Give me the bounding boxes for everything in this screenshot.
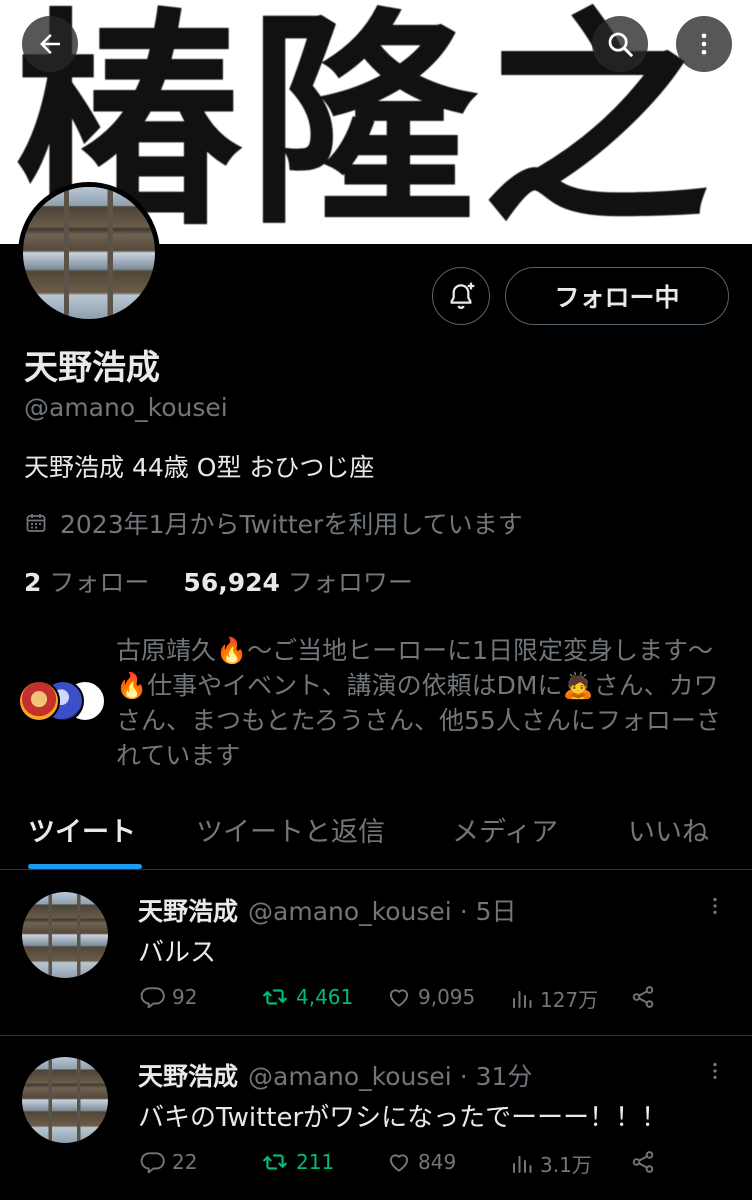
tab-tweets-and-replies[interactable]: ツイートと返信 [196,810,385,849]
avatar [18,680,60,722]
search-button[interactable] [592,16,648,72]
calendar-icon [26,514,46,532]
reply-icon [140,987,165,1009]
like-button[interactable]: 9,095 [386,984,475,1010]
more-vertical-icon [701,33,707,55]
profile-bio: 天野浩成 44歳 O型 おひつじ座 [24,453,375,482]
tweet-header: 天野浩成 @amano_kousei · 31分 [138,1057,532,1093]
arrow-left-icon [40,34,60,54]
active-tab-indicator [28,864,142,869]
join-date-text: 2023年1月からTwitterを利用しています [60,510,523,539]
tweet-time[interactable]: · 5日 [460,897,517,926]
share-icon [632,986,654,1008]
profile-avatar[interactable] [18,182,160,324]
views-button[interactable]: 3.1万 [510,1149,592,1178]
retweet-count: 4,461 [296,985,354,1009]
search-icon [608,32,633,57]
tweet-handle: @amano_kousei [248,897,452,926]
like-count: 849 [418,1150,457,1174]
followers-stat[interactable]: 56,924 フォロワー [183,563,413,599]
tab-likes[interactable]: いいね [628,810,709,849]
display-name: 天野浩成 [24,348,160,388]
avatar-image [22,1057,108,1143]
retweet-icon [263,1154,287,1170]
followers-label: フォロワー [287,568,413,597]
tweet-text: バキのTwitterがワシになったでーーー！！！ [138,1103,668,1133]
reply-button[interactable]: 92 [140,984,197,1010]
notification-button[interactable] [432,267,490,325]
reply-count: 92 [172,985,198,1009]
tweet-author-name[interactable]: 天野浩成 [138,897,238,926]
avatar-image [23,187,155,319]
following-count: 2 [24,568,42,597]
views-count: 3.1万 [540,1153,592,1177]
retweet-button[interactable]: 211 [260,1149,334,1175]
reply-count: 22 [172,1150,198,1174]
views-count: 127万 [540,988,599,1012]
profile-tabs: ツイート ツイートと返信 メディア いいね [0,800,752,870]
more-vertical-icon [713,897,717,915]
reply-button[interactable]: 22 [140,1149,197,1175]
tweet-actions: 92 4,461 9,095 127万 [140,984,660,1016]
more-vertical-icon [713,1062,717,1080]
followed-by-avatars[interactable] [18,680,106,722]
views-icon [513,990,532,1008]
retweet-count: 211 [296,1150,335,1174]
tweet-more-button[interactable] [704,894,726,922]
retweet-icon [263,989,287,1005]
followed-by-text[interactable]: 古原靖久🔥〜ご当地ヒーローに1日限定変身します〜🔥仕事やイベント、講演の依頼はD… [116,633,736,773]
avatar[interactable] [22,1057,108,1143]
tweet[interactable]: 天野浩成 @amano_kousei · 31分 バキのTwitterがワシになっ… [0,1037,752,1200]
heart-icon [389,1154,409,1172]
following-button[interactable]: フォロー中 [505,267,729,325]
tweet-handle: @amano_kousei [248,1062,452,1091]
profile-handle: @amano_kousei [24,393,228,422]
share-button[interactable] [630,984,656,1010]
tweet-header: 天野浩成 @amano_kousei · 5日 [138,892,517,928]
share-icon [632,1151,654,1173]
tweet-text: バルス [138,938,217,968]
avatar-image [22,892,108,978]
following-stat[interactable]: 2 フォロー [24,563,149,599]
follow-stats: 2 フォロー 56,924 フォロワー [24,563,413,599]
tweet-author-name[interactable]: 天野浩成 [138,1062,238,1091]
tweet-time[interactable]: · 31分 [460,1062,533,1091]
followers-count: 56,924 [183,568,280,597]
like-count: 9,095 [418,985,476,1009]
heart-icon [389,989,409,1007]
join-date: 2023年1月からTwitterを利用しています [24,505,523,541]
like-button[interactable]: 849 [386,1149,456,1175]
bell-plus-icon [450,282,475,310]
tab-tweets[interactable]: ツイート [28,810,136,849]
avatar[interactable] [22,892,108,978]
views-button[interactable]: 127万 [510,984,598,1013]
tweet-more-button[interactable] [704,1059,726,1087]
tweet[interactable]: 天野浩成 @amano_kousei · 5日 バルス 92 4,461 9,09… [0,872,752,1036]
reply-icon [140,1152,165,1174]
tab-media[interactable]: メディア [452,810,558,849]
retweet-button[interactable]: 4,461 [260,984,353,1010]
following-label: フォロー [49,568,150,597]
more-button[interactable] [676,16,732,72]
views-icon [513,1155,532,1173]
share-button[interactable] [630,1149,656,1175]
tweet-actions: 22 211 849 3.1万 [140,1149,660,1181]
back-button[interactable] [22,16,78,72]
